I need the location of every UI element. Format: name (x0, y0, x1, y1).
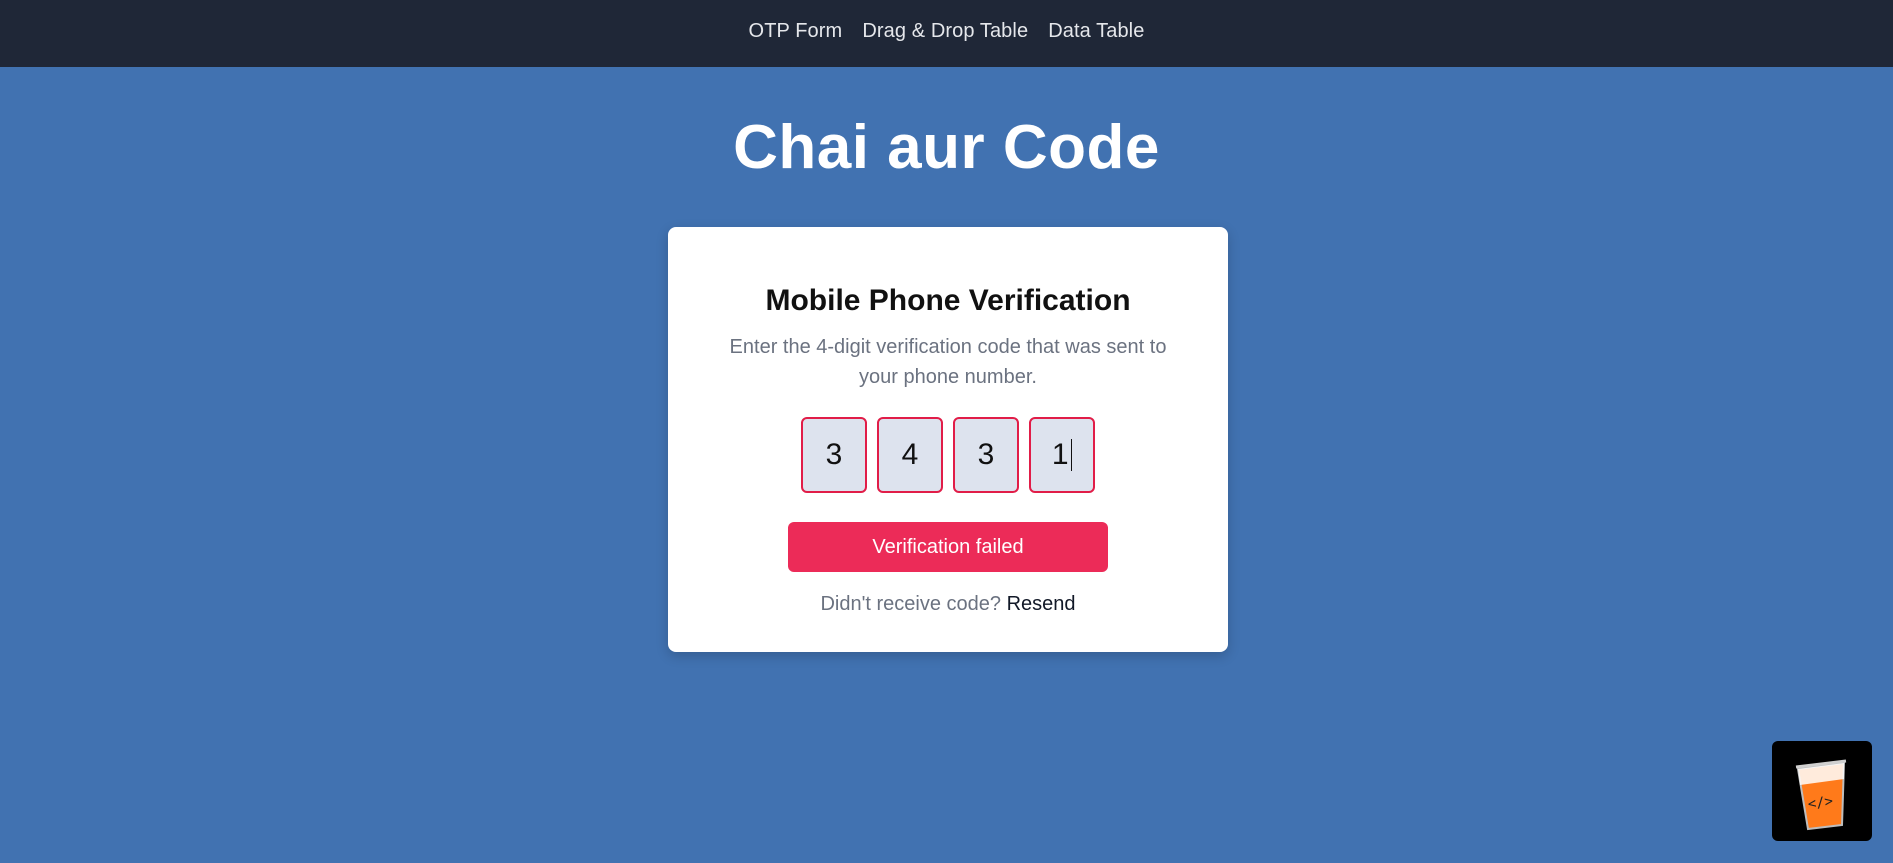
top-nav: OTP Form Drag & Drop Table Data Table (0, 0, 1893, 67)
text-caret (1070, 439, 1073, 471)
verify-button[interactable]: Verification failed (788, 522, 1108, 572)
otp-digit-3[interactable]: 3 (953, 417, 1019, 493)
otp-inputs: 3 4 3 1 (668, 417, 1228, 493)
otp-digit-1[interactable]: 3 (801, 417, 867, 493)
chai-cup-icon: </> (1795, 759, 1847, 831)
otp-digit-3-value: 3 (977, 438, 995, 471)
chai-aur-code-badge[interactable]: </> (1772, 741, 1872, 841)
nav-data-table[interactable]: Data Table (1048, 20, 1144, 43)
otp-digit-2[interactable]: 4 (877, 417, 943, 493)
card-title: Mobile Phone Verification (765, 284, 1131, 317)
resend-prompt: Didn't receive code? (820, 593, 1002, 615)
otp-digit-1-value: 3 (825, 438, 843, 471)
card-description: Enter the 4-digit verification code that… (729, 336, 1167, 388)
resend-link[interactable]: Resend (1007, 593, 1076, 615)
nav-drag-drop-table[interactable]: Drag & Drop Table (862, 20, 1028, 43)
otp-digit-4[interactable]: 1 (1029, 417, 1095, 493)
otp-digit-2-value: 4 (901, 438, 919, 471)
otp-digit-4-value: 1 (1051, 438, 1069, 471)
verification-card: Mobile Phone Verification Enter the 4-di… (668, 227, 1228, 652)
page-title: Chai aur Code (733, 113, 1160, 182)
resend-row: Didn't receive code? Resend (668, 593, 1228, 616)
nav-otp-form[interactable]: OTP Form (749, 20, 843, 43)
